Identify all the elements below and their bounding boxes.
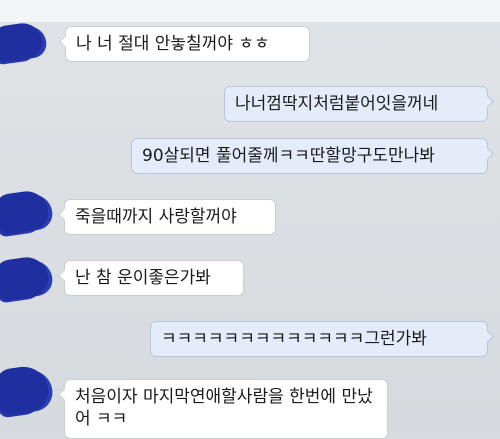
chat-area[interactable]: 나 너 절대 안놓칠꺼야 ㅎㅎ 나너껌딱지처럼붙어잇을꺼네 90살되면 풀어줄께… [0, 20, 500, 439]
message-text: 죽을때까지 사랑할꺼야 [75, 207, 237, 227]
sent-message[interactable]: 90살되면 풀어줄께ㅋㅋ딴할망구도만나봐 [131, 138, 494, 174]
received-message[interactable]: 나 너 절대 안놓칠꺼야 ㅎㅎ [59, 26, 310, 62]
censored-avatar[interactable] [0, 188, 51, 236]
message-text: 난 참 운이좋은가봐 [75, 268, 211, 288]
bubble-tail [481, 330, 494, 343]
received-message[interactable]: 죽을때까지 사랑할꺼야 [58, 199, 276, 235]
bubble-tail [481, 147, 494, 160]
message-text: 나너껌딱지처럼붙어잇을꺼네 [235, 94, 439, 114]
bubble-tail [58, 269, 71, 282]
received-message[interactable]: 처음이자 마지막연애할사람을 한번에 만났어 ㅋㅋ [58, 379, 388, 439]
bubble-tail [58, 208, 71, 221]
message-text: ㅋㅋㅋㅋㅋㅋㅋㅋㅋㅋㅋㅋㅋ그런가봐 [161, 329, 427, 349]
received-message[interactable]: 난 참 운이좋은가봐 [58, 260, 244, 296]
message-text: 90살되면 풀어줄께ㅋㅋ딴할망구도만나봐 [142, 146, 435, 166]
bubble-tail [481, 95, 494, 108]
censored-avatar[interactable] [0, 20, 45, 64]
censored-avatar[interactable] [0, 363, 51, 417]
censored-avatar[interactable] [0, 254, 51, 302]
sent-message[interactable]: 나너껌딱지처럼붙어잇을꺼네 [224, 86, 494, 122]
bubble-tail [59, 35, 72, 48]
message-text: 나 너 절대 안놓칠꺼야 ㅎㅎ [76, 34, 270, 54]
top-bar [0, 0, 500, 22]
sent-message[interactable]: ㅋㅋㅋㅋㅋㅋㅋㅋㅋㅋㅋㅋㅋ그런가봐 [150, 321, 494, 357]
message-text: 처음이자 마지막연애할사람을 한번에 만났어 ㅋㅋ [75, 387, 373, 429]
bubble-tail [58, 388, 71, 401]
